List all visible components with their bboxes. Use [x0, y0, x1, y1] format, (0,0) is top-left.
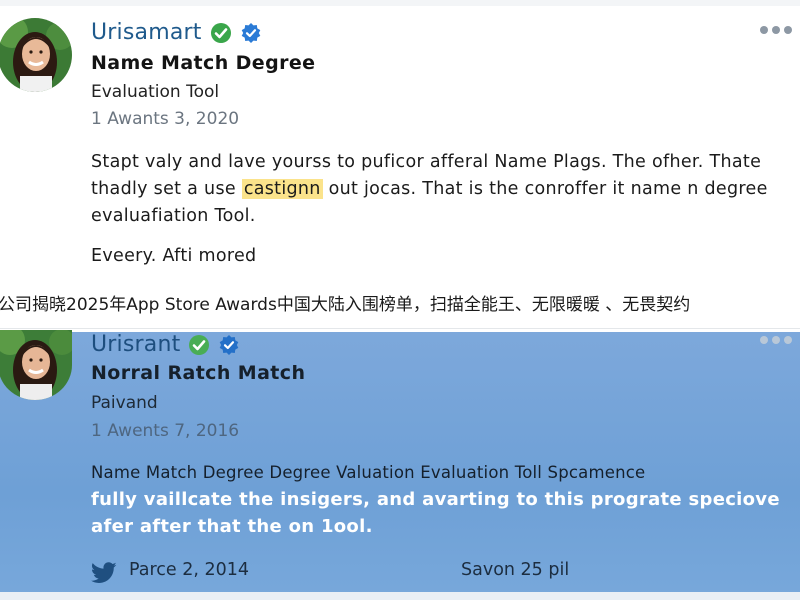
post-body: Stapt valy and lave yourss to puficor af…	[91, 149, 781, 230]
check-circle-icon	[210, 22, 232, 44]
highlighted-word: castignn	[241, 179, 323, 199]
user-row: Urisamart	[91, 20, 262, 45]
more-horizontal-icon[interactable]	[760, 26, 792, 34]
person-avatar-icon	[0, 330, 72, 400]
post-date: 1 Awents 7, 2016	[91, 421, 240, 441]
post-card[interactable]: Urisrant Norral Ratch Match Paivand 1 Aw…	[0, 330, 800, 600]
news-banner: 公司揭晓2025年App Store Awards中国大陆入围榜单，扫描全能王、…	[0, 278, 800, 329]
post-title: Norral Ratch Match	[91, 362, 306, 384]
post-body: fully vaillcate the insigers, and avarti…	[91, 489, 780, 537]
user-row: Urisrant	[91, 332, 240, 357]
post-subtitle: Paivand	[91, 393, 158, 413]
page: Urisamart Name Match Degree Evaluation T…	[0, 0, 800, 600]
post-card[interactable]: Urisamart Name Match Degree Evaluation T…	[0, 6, 800, 278]
username[interactable]: Urisamart	[91, 20, 202, 45]
bottom-divider	[0, 592, 800, 600]
check-circle-icon	[188, 334, 210, 356]
person-avatar-icon	[0, 18, 72, 92]
footer-date: Parce 2, 2014	[129, 560, 250, 580]
post-subtitle: Evaluation Tool	[91, 82, 220, 102]
twitter-bird-icon[interactable]	[91, 562, 117, 584]
post-title: Name Match Degree	[91, 52, 316, 74]
footer-meta: Savon 25 pil	[461, 560, 570, 580]
post-footer-text[interactable]: Eveery. Afti mored	[91, 246, 256, 266]
post-footer: Parce 2, 2014 Savon 25 pil	[91, 560, 691, 586]
avatar[interactable]	[0, 330, 72, 400]
more-horizontal-icon[interactable]	[760, 336, 792, 344]
verified-badge-icon	[240, 22, 262, 44]
verified-badge-icon	[218, 334, 240, 356]
avatar[interactable]	[0, 18, 72, 92]
post-date: 1 Awants 3, 2020	[91, 109, 240, 129]
post-body-heading: Name Match Degree Degree Valuation Evalu…	[91, 463, 646, 482]
banner-text: 公司揭晓2025年App Store Awards中国大陆入围榜单，扫描全能王、…	[0, 295, 691, 315]
username[interactable]: Urisrant	[91, 332, 180, 357]
